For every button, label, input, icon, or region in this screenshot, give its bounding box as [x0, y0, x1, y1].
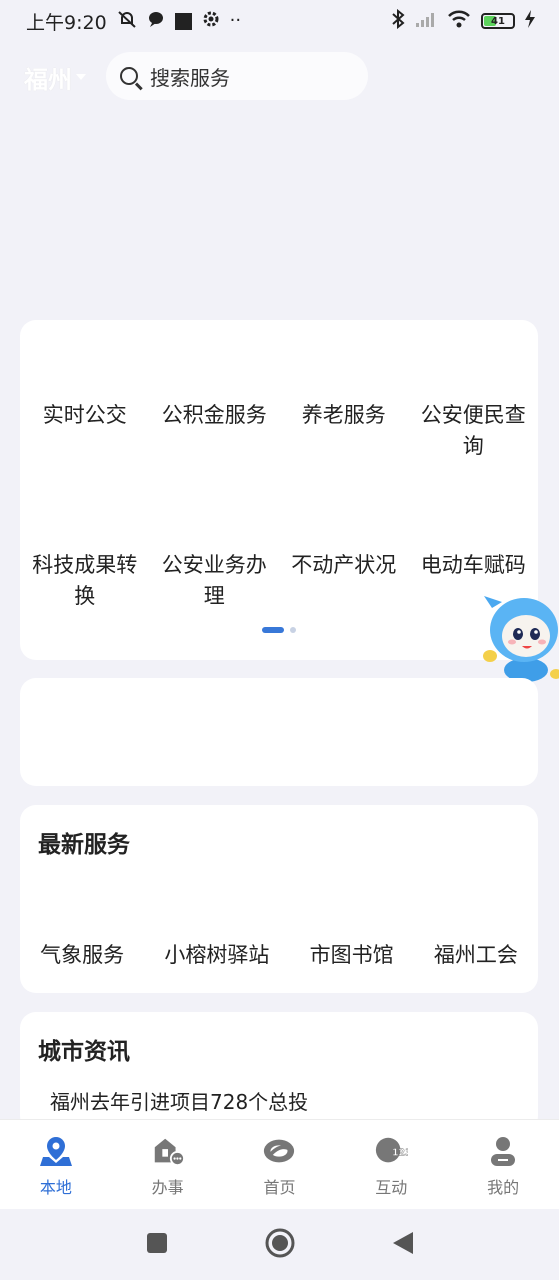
service-item-real-estate[interactable]: 不动产状况 — [279, 550, 409, 612]
bluetooth-icon — [391, 8, 405, 33]
status-bar: 上午9:20 ·· 41 — [0, 0, 559, 42]
more-dots-icon: ·· — [229, 10, 242, 31]
latest-services-title: 最新服务 — [38, 832, 130, 858]
app-square-icon — [174, 12, 192, 30]
service-item-housing-fund[interactable]: 公积金服务 — [150, 400, 280, 462]
nav-item-local[interactable]: 本地 — [16, 1136, 96, 1198]
battery-icon: 41 — [481, 13, 515, 29]
city-name: 福州 — [24, 65, 72, 94]
latest-item-trade-union[interactable]: 福州工会 — [434, 939, 518, 969]
nav-label-profile: 我的 — [487, 1178, 520, 1197]
home-logo-icon — [262, 1136, 296, 1166]
nav-item-interact[interactable]: 12345 互动 — [351, 1136, 431, 1198]
page-indicator — [262, 627, 296, 633]
user-icon — [486, 1136, 520, 1166]
recent-apps-button[interactable] — [145, 1231, 169, 1259]
wifi-icon — [447, 10, 471, 32]
service-item-elderly-care[interactable]: 养老服务 — [279, 400, 409, 462]
top-bar: 福州 搜索服务 — [0, 50, 559, 104]
nav-item-services[interactable]: 办事 — [128, 1136, 208, 1198]
mute-bell-icon — [117, 9, 137, 33]
city-selector[interactable]: 福州 — [24, 60, 86, 95]
latest-services-card: 最新服务 气象服务 小榕树驿站 市图书馆 福州工会 — [20, 805, 538, 993]
news-headline[interactable]: 福州去年引进项目728个总投 — [50, 1086, 308, 1115]
chat-icon — [147, 10, 165, 32]
page-indicator-dot — [290, 627, 296, 633]
latest-item-weather[interactable]: 气象服务 — [40, 939, 124, 969]
mascot-assistant[interactable] — [482, 578, 559, 688]
settings-gear-icon — [202, 10, 220, 32]
bottom-nav: 本地 办事 首页 12345 互动 我的 — [0, 1119, 559, 1209]
city-news-title: 城市资讯 — [38, 1039, 130, 1065]
battery-level: 41 — [491, 15, 505, 27]
hotline-12345-icon: 12345 — [374, 1136, 408, 1166]
back-button[interactable] — [391, 1230, 415, 1260]
system-navigation-bar — [0, 1209, 559, 1280]
nav-label-services: 办事 — [151, 1178, 184, 1197]
dropdown-arrow-icon — [76, 74, 86, 80]
page-indicator-active — [262, 627, 284, 633]
nav-label-interact: 互动 — [375, 1178, 408, 1197]
service-hall-icon — [151, 1136, 185, 1167]
home-button[interactable] — [264, 1227, 296, 1263]
search-placeholder: 搜索服务 — [150, 65, 230, 90]
city-news-card: 城市资讯 福州去年引进项目728个总投 — [20, 1012, 538, 1132]
service-item-police-query[interactable]: 公安便民查询 — [409, 400, 539, 462]
nav-label-local: 本地 — [39, 1178, 72, 1197]
status-time: 上午9:20 — [26, 11, 107, 34]
service-item-realtime-bus[interactable]: 实时公交 — [20, 400, 150, 462]
location-icon — [39, 1136, 73, 1166]
signal-icon — [415, 11, 437, 31]
hotline-number: 12345 — [392, 1148, 408, 1159]
search-icon — [120, 67, 138, 85]
nav-item-home[interactable]: 首页 — [239, 1136, 319, 1198]
nav-label-home: 首页 — [263, 1178, 296, 1197]
service-grid-card: 实时公交 公积金服务 养老服务 公安便民查询 科技成果转换 公安业务办理 不动产… — [20, 320, 538, 660]
service-item-police-business[interactable]: 公安业务办理 — [150, 550, 280, 612]
nav-item-profile[interactable]: 我的 — [463, 1136, 543, 1198]
charging-icon — [525, 10, 535, 32]
latest-item-banyan-station[interactable]: 小榕树驿站 — [164, 939, 269, 969]
banner-placeholder-card — [20, 678, 538, 786]
latest-services-list: 气象服务 小榕树驿站 市图书馆 福州工会 — [20, 939, 538, 969]
latest-item-library[interactable]: 市图书馆 — [310, 939, 394, 969]
search-input[interactable]: 搜索服务 — [106, 52, 368, 100]
service-item-tech-transfer[interactable]: 科技成果转换 — [20, 550, 150, 612]
service-grid: 实时公交 公积金服务 养老服务 公安便民查询 科技成果转换 公安业务办理 不动产… — [20, 400, 538, 612]
